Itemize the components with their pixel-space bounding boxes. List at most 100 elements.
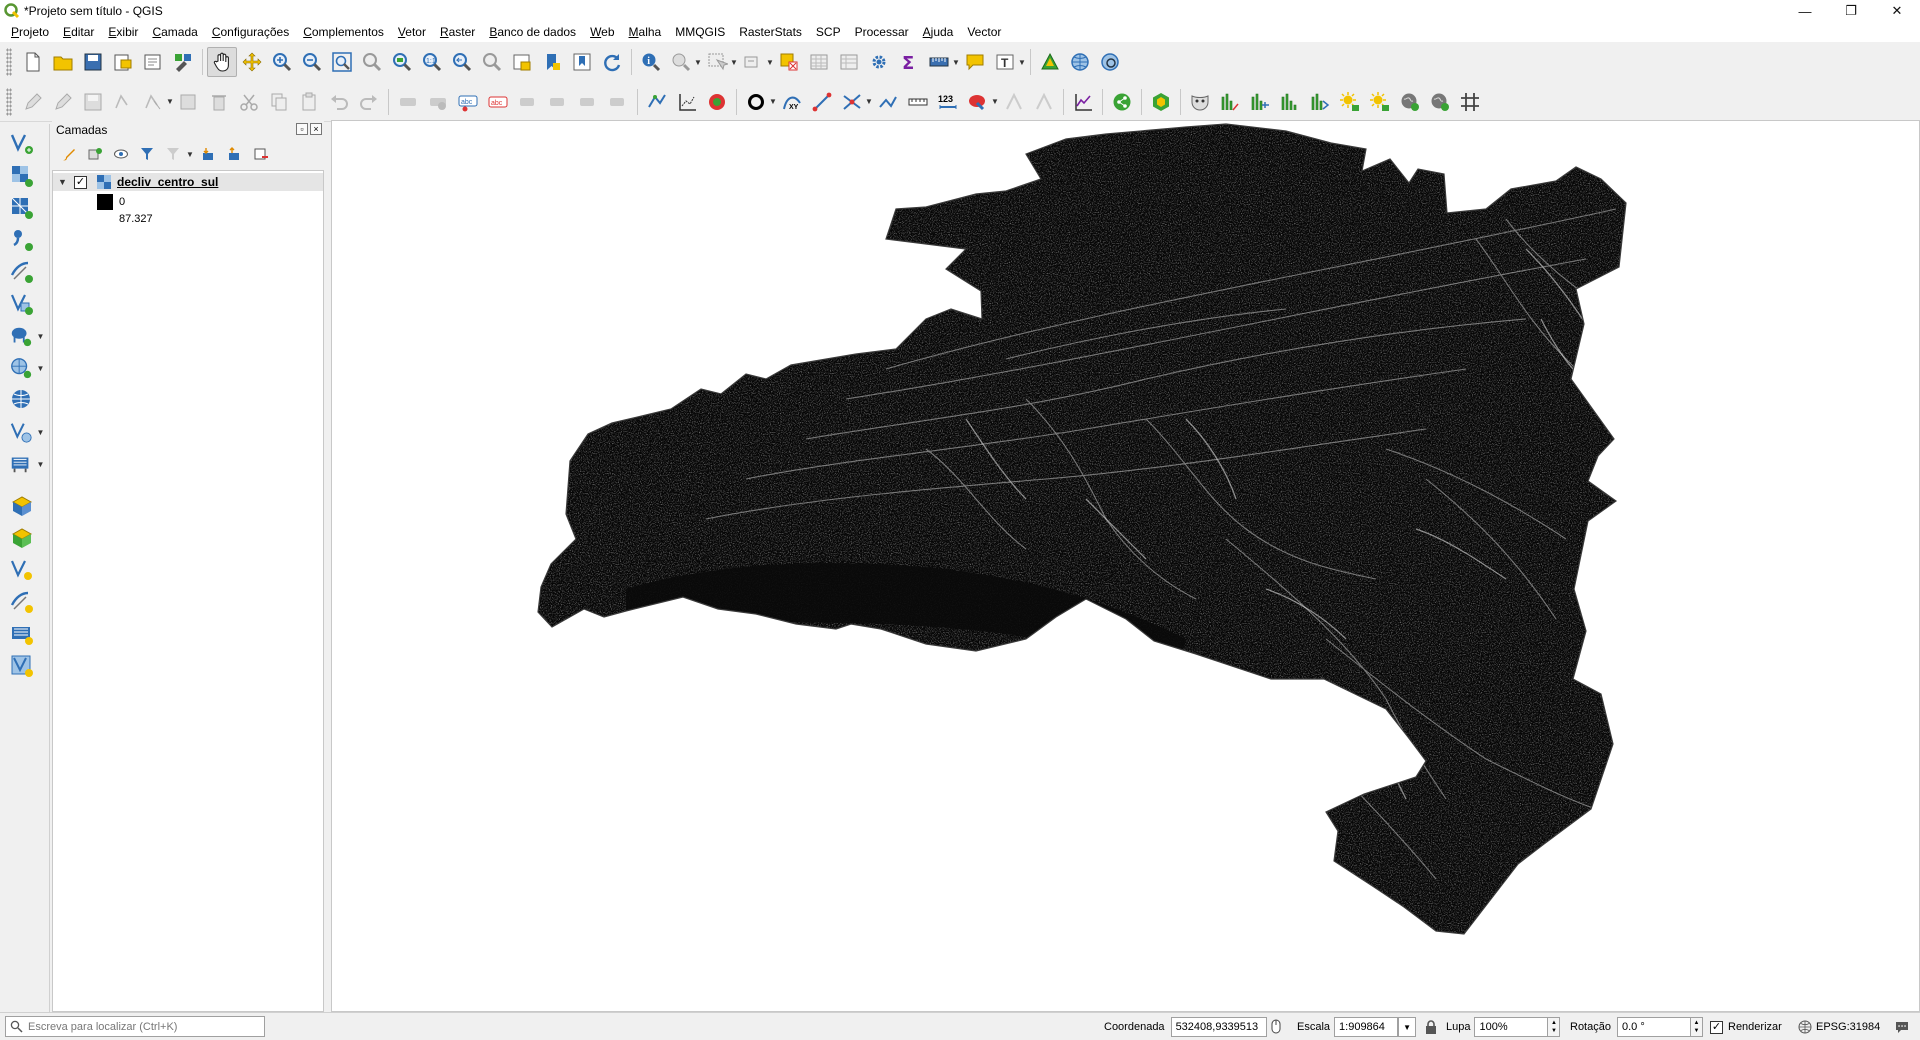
digitize-button[interactable] (108, 87, 138, 117)
dropdown-arrow-icon[interactable]: ▼ (730, 58, 738, 67)
refresh-button[interactable] (597, 47, 627, 77)
mask-plugin-button[interactable] (1185, 87, 1215, 117)
menu-exibir[interactable]: Exibir (101, 22, 145, 42)
layer-labeling-button[interactable]: abc (453, 87, 483, 117)
restore-button[interactable]: ❐ (1828, 0, 1874, 22)
manage-map-themes-button[interactable] (110, 143, 132, 165)
rotation-spinner[interactable]: ▲ ▼ (1690, 1017, 1703, 1037)
zoom-in-button[interactable] (267, 47, 297, 77)
new-memory-layer-button[interactable] (5, 650, 45, 682)
add-gps-layer-button[interactable] (5, 256, 45, 288)
polyline-tool-button[interactable] (873, 87, 903, 117)
new-shapefile-layer-button[interactable] (5, 522, 45, 554)
toggle-extents-button[interactable] (1268, 1016, 1284, 1038)
style-manager-button[interactable] (168, 47, 198, 77)
data-source-manager-button[interactable] (5, 128, 45, 160)
toggle-editing-button[interactable] (48, 87, 78, 117)
zoom-full-button[interactable] (327, 47, 357, 77)
collapse-arrow-icon[interactable]: ▼ (58, 177, 68, 187)
move-label-button[interactable] (513, 87, 543, 117)
add-wcs-layer-button[interactable] (5, 384, 45, 416)
intersection-tool-button[interactable] (837, 87, 867, 117)
zoom-next-button[interactable] (477, 47, 507, 77)
histogram-tool-1-button[interactable] (1215, 87, 1245, 117)
new-map-view-button[interactable] (507, 47, 537, 77)
hexagon-plugin-button[interactable] (1146, 87, 1176, 117)
line-tool-button[interactable] (807, 87, 837, 117)
layout-manager-button[interactable] (138, 47, 168, 77)
menu-mmqgis[interactable]: MMQGIS (668, 22, 732, 42)
menu-camada[interactable]: Camada (145, 22, 204, 42)
dropdown-arrow-icon[interactable]: ▼ (37, 364, 45, 373)
menu-editar[interactable]: Editar (56, 22, 101, 42)
coordinate-field[interactable]: 532408,9339513 (1170, 1017, 1267, 1037)
rotate-label-button[interactable] (543, 87, 573, 117)
dropdown-arrow-icon[interactable]: ▼ (166, 97, 174, 106)
menu-configura-es[interactable]: Configurações (205, 22, 296, 42)
xy-tool-button[interactable]: XY (777, 87, 807, 117)
layer-visibility-checkbox[interactable]: ✓ (74, 175, 87, 189)
zoom-to-selection-button[interactable] (357, 47, 387, 77)
undo-button[interactable] (324, 87, 354, 117)
diagram-labeling-button[interactable]: abc (483, 87, 513, 117)
close-panel-button[interactable]: × (310, 123, 322, 135)
menu-banco-de-dados[interactable]: Banco de dados (482, 22, 583, 42)
select-by-value-button[interactable] (738, 47, 768, 77)
menu-scp[interactable]: SCP (809, 22, 848, 42)
menu-ajuda[interactable]: Ajuda (916, 22, 961, 42)
share-button[interactable] (1107, 87, 1137, 117)
add-spatialite-button[interactable] (5, 288, 45, 320)
grid-tool-button[interactable] (672, 87, 702, 117)
plugin-red-button[interactable] (702, 87, 732, 117)
scale-field[interactable]: 1:909864 (1334, 1017, 1399, 1037)
minimize-button[interactable]: — (1782, 0, 1828, 22)
add-wfs-layer-button[interactable]: ▼ (5, 416, 45, 448)
expand-all-button[interactable] (198, 143, 220, 165)
open-attribute-table-button[interactable] (804, 47, 834, 77)
quickmapservices-button[interactable] (1065, 47, 1095, 77)
profile-tool-button[interactable] (1068, 87, 1098, 117)
grid-plugin-button[interactable] (1455, 87, 1485, 117)
shape-tool-button[interactable] (963, 87, 993, 117)
number-tool-button[interactable]: 123 (933, 87, 963, 117)
cut-features-button[interactable] (234, 87, 264, 117)
new-gps-layer-button[interactable] (5, 586, 45, 618)
zoom-out-button[interactable] (297, 47, 327, 77)
identify-features-button[interactable]: i (636, 47, 666, 77)
menu-vetor[interactable]: Vetor (391, 22, 433, 42)
dropdown-arrow-icon[interactable]: ▼ (1018, 58, 1026, 67)
delete-selected-button[interactable] (204, 87, 234, 117)
vertex-tool-button[interactable] (138, 87, 168, 117)
new-print-layout-button[interactable] (108, 47, 138, 77)
toolbox-button[interactable] (864, 47, 894, 77)
show-bookmarks-button[interactable] (567, 47, 597, 77)
zoom-to-layer-button[interactable] (387, 47, 417, 77)
remove-layer-button[interactable] (250, 143, 272, 165)
add-postgis-button[interactable]: ▼ (5, 320, 45, 352)
pan-map-button[interactable] (207, 47, 237, 77)
locator-search-input[interactable]: Escreva para localizar (Ctrl+K) (5, 1016, 265, 1037)
copy-features-button[interactable] (264, 87, 294, 117)
new-virtual-layer-button[interactable] (5, 618, 45, 650)
pan-to-selection-button[interactable] (237, 47, 267, 77)
globe-plugin-2-button[interactable] (1425, 87, 1455, 117)
menu-complementos[interactable]: Complementos (296, 22, 391, 42)
label-toolbar-button[interactable] (393, 87, 423, 117)
map-canvas[interactable] (331, 120, 1920, 1012)
new-spatialite-layer-button[interactable] (5, 554, 45, 586)
change-label-button[interactable] (573, 87, 603, 117)
add-circle-button[interactable] (741, 87, 771, 117)
scale-dropdown-icon[interactable]: ▼ (1398, 1017, 1417, 1037)
zoom-native-button[interactable]: 1:1 (417, 47, 447, 77)
wms-search-button[interactable] (1095, 47, 1125, 77)
save-layer-edits-button[interactable] (78, 87, 108, 117)
modify-attributes-button[interactable] (174, 87, 204, 117)
new-bookmark-button[interactable] (537, 47, 567, 77)
messages-button[interactable] (1894, 1016, 1910, 1038)
measure-line-button[interactable] (903, 87, 933, 117)
histogram-tool-4-button[interactable] (1305, 87, 1335, 117)
menu-rasterstats[interactable]: RasterStats (732, 22, 809, 42)
dropdown-arrow-icon[interactable]: ▼ (769, 97, 777, 106)
select-features-button[interactable] (702, 47, 732, 77)
menu-processar[interactable]: Processar (848, 22, 916, 42)
